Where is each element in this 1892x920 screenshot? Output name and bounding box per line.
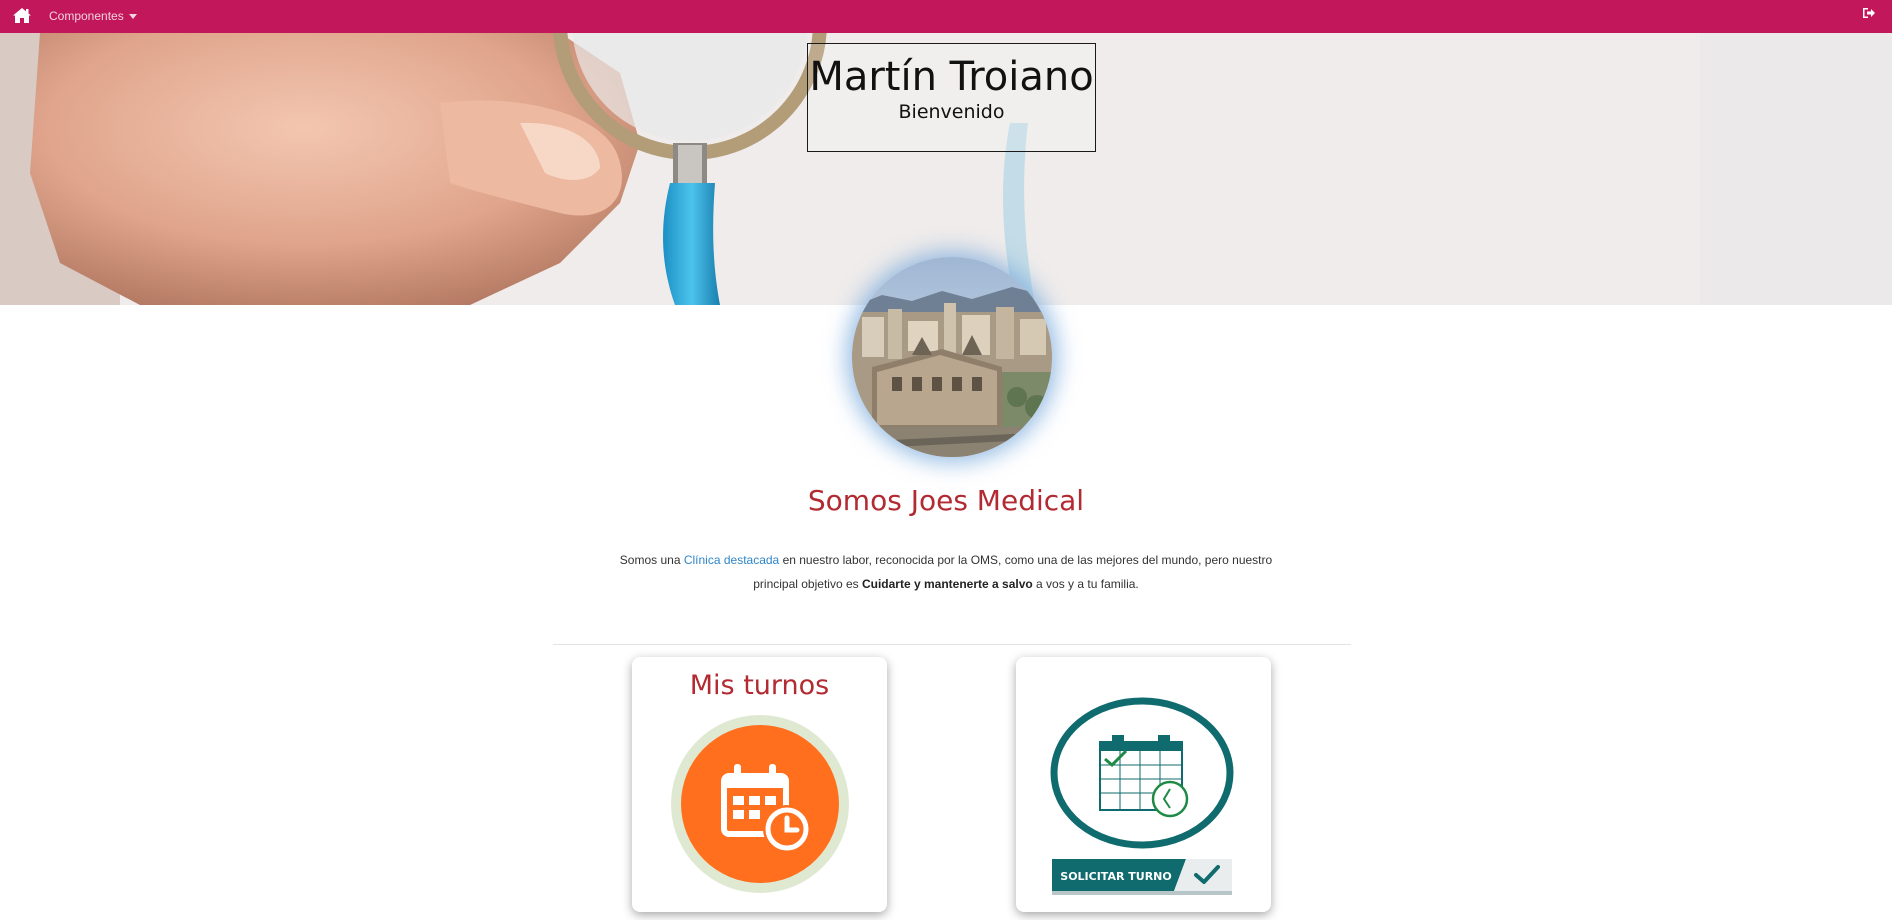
clinica-destacada-link[interactable]: Clínica destacada [684,553,779,567]
top-navbar: Componentes [0,0,1892,33]
section-divider [553,644,1351,645]
about-text-start: Somos una [619,553,684,567]
about-title: Somos Joes Medical [807,484,1085,517]
welcome-subtitle: Bienvenido [898,101,1005,123]
about-description: Somos una Clínica destacada en nuestro l… [600,548,1292,596]
home-button[interactable] [11,4,33,26]
componentes-dropdown-label: Componentes [49,9,124,23]
mis-turnos-card[interactable]: Mis turnos [632,657,887,912]
solicitar-turno-label: SOLICITAR TURNO [1060,870,1171,883]
city-aerial-illustration [852,257,1052,457]
chevron-down-icon [128,14,137,19]
welcome-box: Martín Troiano Bienvenido [807,43,1096,152]
about-text-end: a vos y a tu familia. [1032,577,1139,591]
user-name: Martín Troiano [809,54,1094,100]
calendar-check-icon: SOLICITAR TURNO [1050,697,1234,895]
logout-button[interactable] [1862,6,1878,22]
componentes-dropdown[interactable]: Componentes [49,5,137,27]
about-text-bold: Cuidarte y mantenerte a salvo [861,577,1033,591]
sign-out-icon [1863,8,1875,18]
calendar-clock-icon [671,715,849,893]
clinic-city-image [852,257,1052,457]
mis-turnos-title: Mis turnos [689,670,830,701]
home-icon [13,7,31,23]
solicitar-turno-card[interactable]: SOLICITAR TURNO [1016,657,1271,912]
